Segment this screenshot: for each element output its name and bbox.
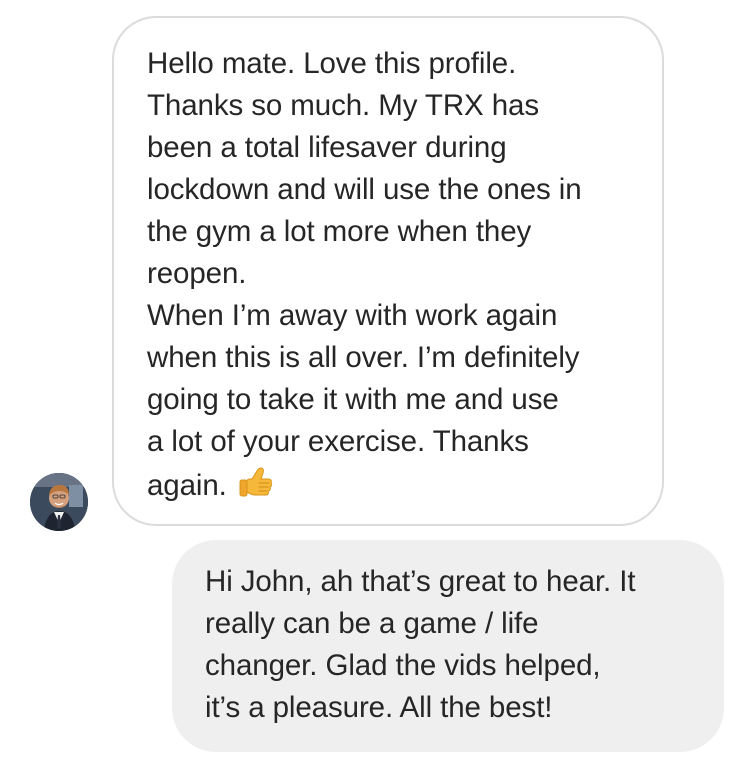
outgoing-message-line: it’s a pleasure. All the best!	[205, 691, 553, 724]
outgoing-message-line: Hi John, ah that’s great to hear. It	[205, 565, 636, 598]
incoming-message-line: reopen.	[147, 257, 247, 290]
incoming-message-line: When I’m away with work again	[147, 299, 558, 332]
thumbs-up-icon	[235, 463, 275, 503]
sender-avatar[interactable]	[30, 473, 88, 531]
incoming-message-last-line: again.	[147, 463, 632, 507]
outgoing-message-bubble[interactable]: Hi John, ah that’s great to hear. It rea…	[172, 540, 724, 752]
incoming-message-bubble[interactable]: Hello mate. Love this profile. Thanks so…	[112, 16, 664, 526]
outgoing-message-line: really can be a game / life	[205, 607, 539, 640]
incoming-message-line: Hello mate. Love this profile.	[147, 47, 517, 80]
message-thread: Hello mate. Love this profile. Thanks so…	[0, 0, 750, 784]
incoming-message-line: a lot of your exercise. Thanks	[147, 425, 529, 458]
incoming-message-line: been a total lifesaver during	[147, 131, 507, 164]
incoming-message-line: again.	[147, 469, 227, 502]
incoming-message-line: the gym a lot more when they	[147, 215, 532, 248]
incoming-message-line: going to take it with me and use	[147, 383, 559, 416]
outgoing-message-line: changer. Glad the vids helped,	[205, 649, 601, 682]
incoming-message-line: Thanks so much. My TRX has	[147, 89, 539, 122]
incoming-message-line: when this is all over. I’m definitely	[147, 341, 580, 374]
incoming-message-line: lockdown and will use the ones in	[147, 173, 582, 206]
